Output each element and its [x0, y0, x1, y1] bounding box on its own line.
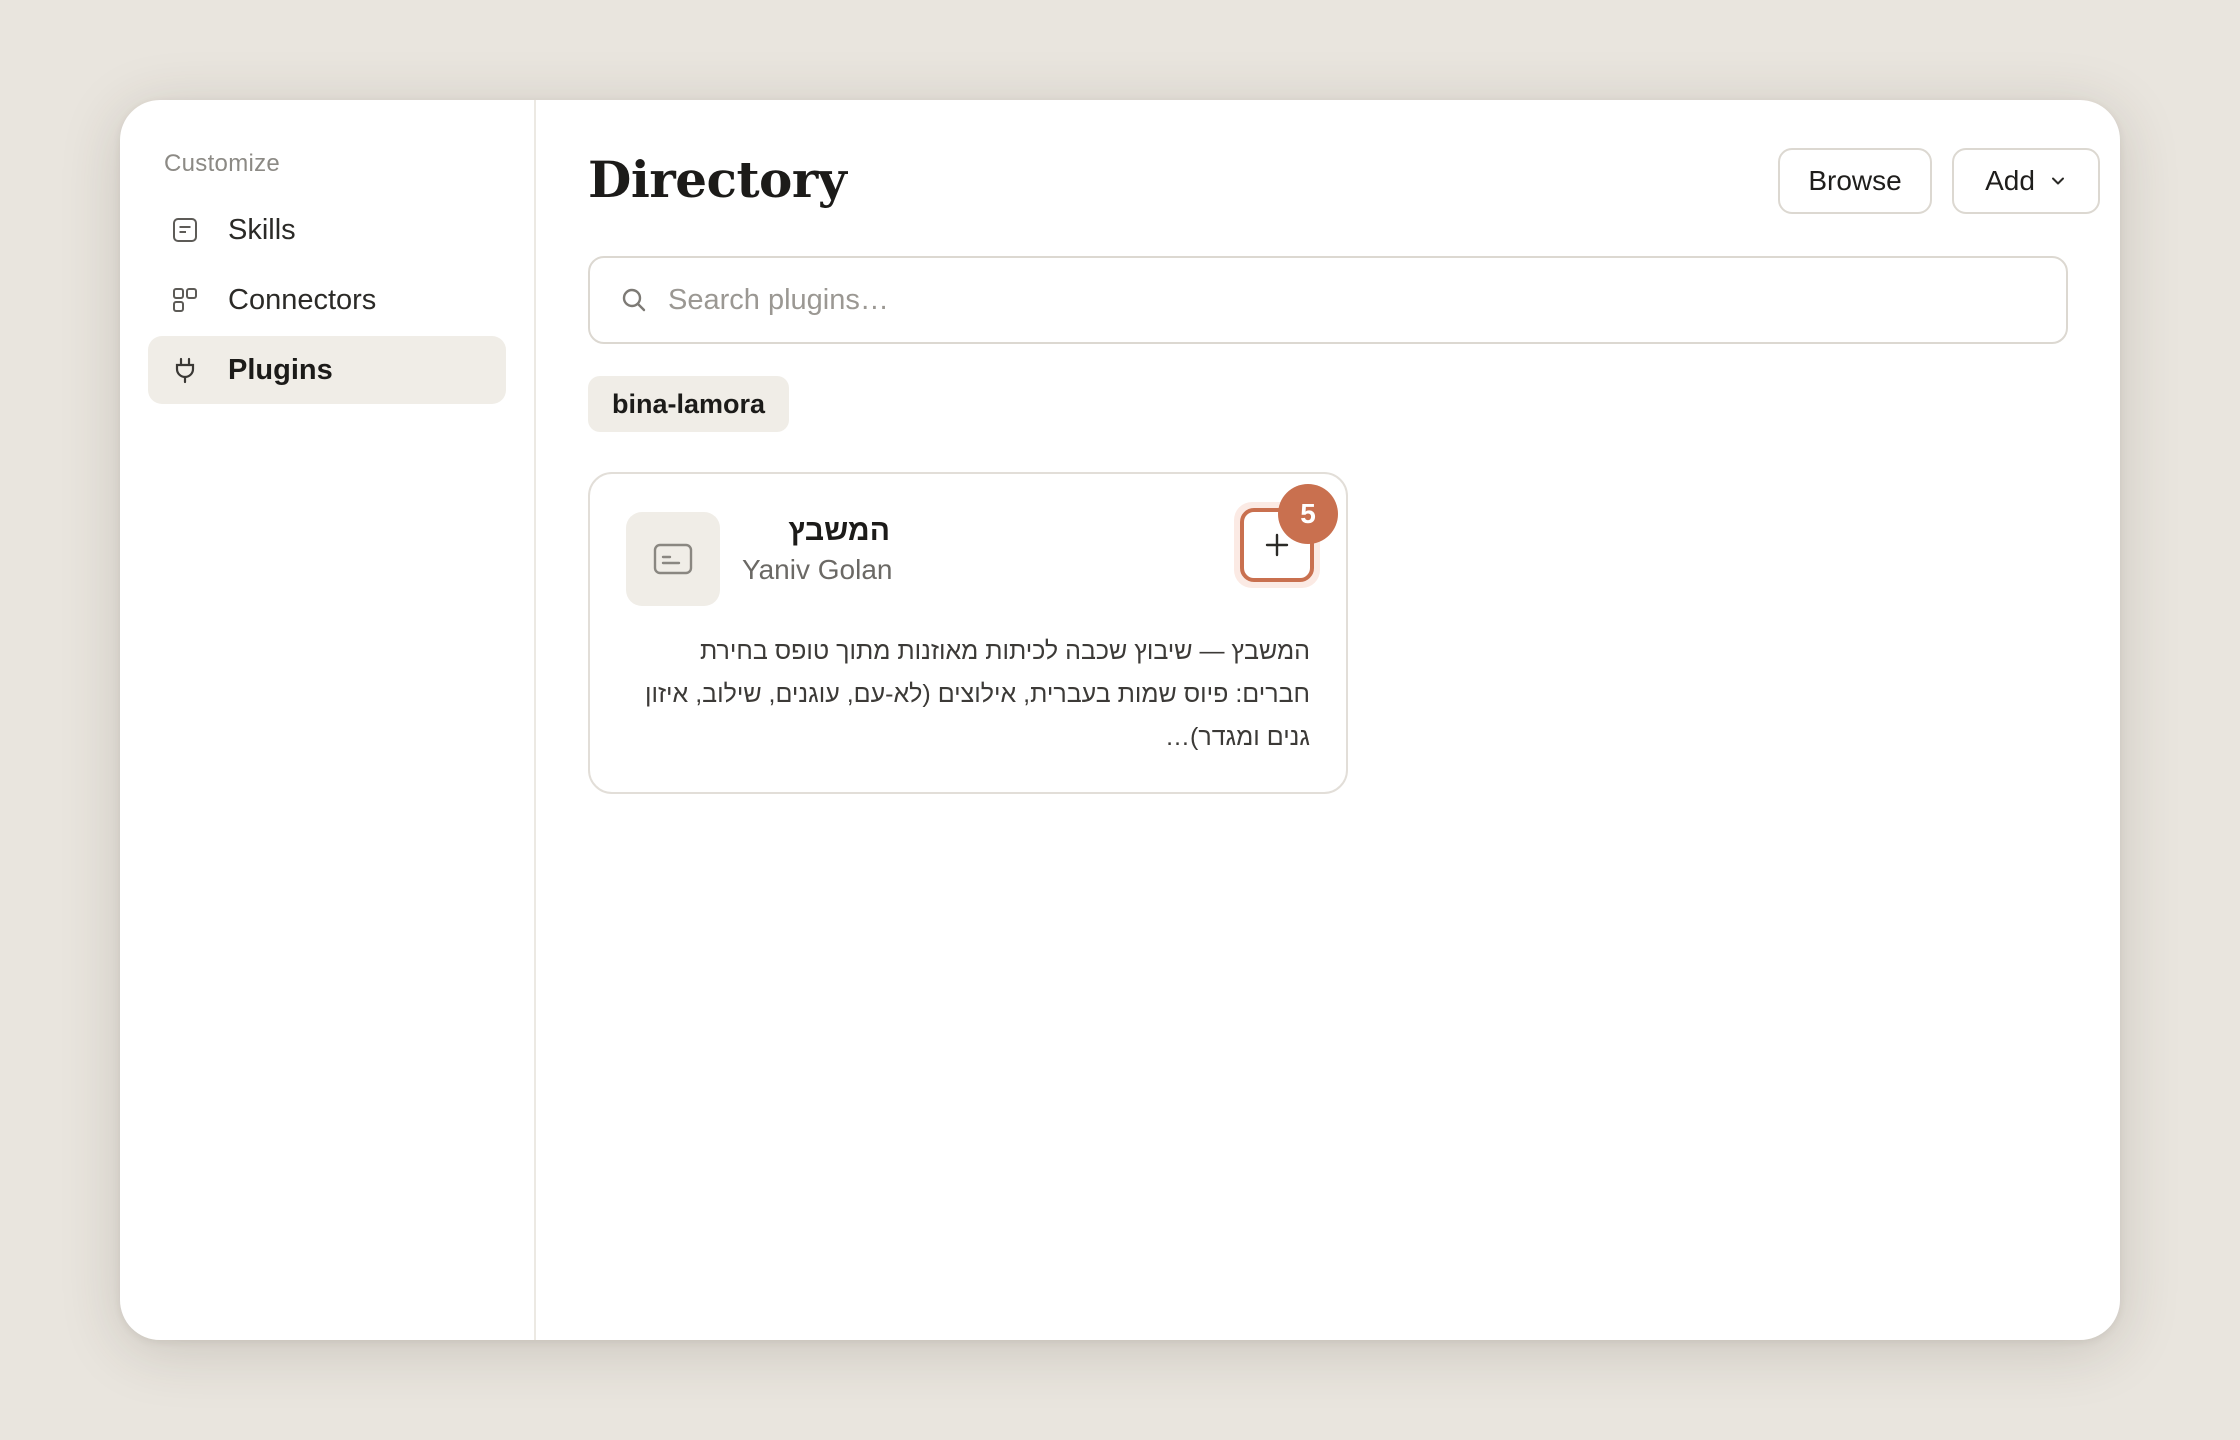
add-button-label: Add: [1985, 165, 2035, 196]
sidebar-item-label: Connectors: [228, 283, 377, 316]
sidebar-item-label: Plugins: [228, 353, 333, 386]
plugin-author: Yaniv Golan: [742, 554, 893, 585]
plug-icon: [170, 355, 200, 385]
search-input[interactable]: [666, 282, 2066, 318]
plugin-name: המשבץ: [788, 514, 890, 547]
plugin-card[interactable]: המשבץ Yaniv Golan 5 המשבץ — שיבוץ שכבה ל…: [588, 472, 1348, 794]
filter-chip[interactable]: bina-lamora: [588, 376, 790, 432]
chevron-down-icon: [2049, 172, 2067, 190]
page-title: Directory: [588, 150, 847, 209]
add-button[interactable]: Add: [1952, 148, 2100, 214]
plugin-description: המשבץ — שיבוץ שכבה לכיתות מאוזנות מתוך ט…: [644, 637, 1310, 751]
search-icon: [620, 286, 648, 314]
sidebar-item-label: Skills: [228, 213, 296, 246]
customize-dialog: Customize Skills Connectors Plugins Dire…: [120, 100, 2120, 1340]
search-box: [588, 256, 2068, 344]
connectors-icon: [170, 285, 200, 315]
sidebar-heading: Customize: [164, 150, 281, 177]
sidebar-item-connectors[interactable]: Connectors: [148, 266, 506, 334]
count-badge: 5: [1278, 484, 1338, 544]
sidebar: Customize Skills Connectors Plugins: [120, 100, 536, 1340]
browse-button[interactable]: Browse: [1778, 148, 1932, 214]
sidebar-item-plugins[interactable]: Plugins: [148, 336, 506, 404]
sidebar-item-skills[interactable]: Skills: [148, 196, 506, 264]
plugin-card-icon: [626, 512, 720, 606]
main-panel: Directory Browse Add Search plugins… bin…: [536, 100, 2120, 1340]
skills-icon: [170, 215, 200, 245]
